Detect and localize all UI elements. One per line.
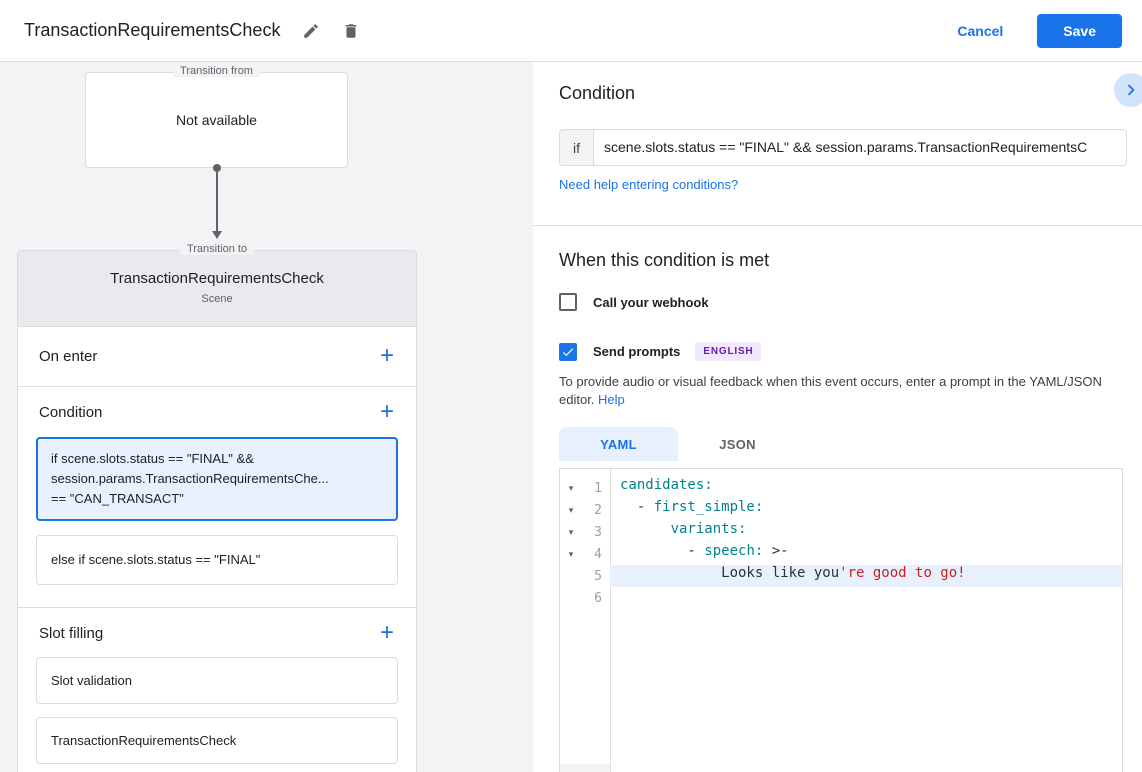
scene-card: Transition to TransactionRequirementsChe… [17,250,417,772]
arrowhead-icon [212,231,222,239]
condition-line: == "CAN_TRANSACT" [51,489,383,509]
transition-from-box[interactable]: Transition from Not available [85,72,348,168]
editor-tabs: YAML JSON [559,427,797,461]
condition-line: session.params.TransactionRequirementsCh… [51,469,383,489]
condition-item[interactable]: else if scene.slots.status == "FINAL" [36,535,398,585]
condition-input-group: if scene.slots.status == "FINAL" && sess… [559,129,1127,166]
collapse-panel-button[interactable] [1114,73,1142,107]
condition-line: else if scene.slots.status == "FINAL" [51,550,383,570]
scene-title: TransactionRequirementsCheck [18,270,416,287]
line-number: 6 [582,591,610,606]
if-label: if [560,130,594,165]
prompt-description-text: To provide audio or visual feedback when… [559,374,1102,407]
connector-dot [213,164,221,172]
diagram-panel: Transition from Not available Transition… [0,62,533,772]
webhook-checkbox[interactable] [559,293,577,311]
condition-item-selected[interactable]: if scene.slots.status == "FINAL" && sess… [36,437,398,521]
editor-line[interactable]: 6 [560,587,1122,609]
add-slot-button[interactable]: + [376,622,398,644]
condition-section: Condition + if scene.slots.status == "FI… [18,387,416,608]
tab-json[interactable]: JSON [678,427,797,461]
editor-line[interactable]: ▾1candidates: [560,477,1122,499]
detail-panel: Condition if scene.slots.status == "FINA… [533,62,1142,772]
fold-arrow-icon[interactable]: ▾ [560,527,582,538]
code-editor-lines: ▾1candidates:▾2 - first_simple:▾3 varian… [560,469,1122,609]
topbar-actions: Cancel Save [957,14,1122,48]
when-met-heading: When this condition is met [559,250,769,271]
condition-section-label: Condition [36,404,102,421]
line-number: 5 [582,569,610,584]
conditions-help-link[interactable]: Need help entering conditions? [559,177,738,192]
fold-arrow-icon[interactable]: ▾ [560,505,582,516]
scene-card-header: TransactionRequirementsCheck Scene [18,251,416,327]
add-on-enter-button[interactable]: + [376,345,398,367]
add-condition-button[interactable]: + [376,401,398,423]
pencil-icon [302,22,320,40]
editor-line[interactable]: ▾4 - speech: >- [560,543,1122,565]
page-title: TransactionRequirementsCheck [24,20,280,41]
send-prompts-checkbox-row[interactable]: Send prompts ENGLISH [559,342,761,361]
code-line: variants: [610,521,1122,543]
fold-arrow-icon[interactable]: ▾ [560,483,582,494]
connector-line [216,172,218,231]
slot-filling-label: Slot filling [36,625,103,642]
topbar-title-group: TransactionRequirementsCheck [24,18,364,44]
transition-to-label: Transition to [180,243,254,255]
editor-line[interactable]: ▾3 variants: [560,521,1122,543]
slot-item[interactable]: TransactionRequirementsCheck [36,717,398,764]
slot-filling-section: Slot filling + Slot validation Transacti… [18,608,416,772]
code-line: candidates: [610,477,1122,499]
condition-line: if scene.slots.status == "FINAL" && [51,449,383,469]
send-prompts-checkbox[interactable] [559,343,577,361]
trash-icon [342,22,360,40]
chevron-right-icon [1120,79,1142,101]
save-button[interactable]: Save [1037,14,1122,48]
language-badge: ENGLISH [695,342,761,361]
send-prompts-label: Send prompts [593,344,680,359]
editor-line[interactable]: ▾2 - first_simple: [560,499,1122,521]
prompt-description: To provide audio or visual feedback when… [559,373,1124,409]
code-line: - first_simple: [610,499,1122,521]
line-number: 1 [582,481,610,496]
line-number: 2 [582,503,610,518]
help-link[interactable]: Help [598,392,625,407]
transition-from-value: Not available [176,112,257,128]
code-line: - speech: >- [610,543,1122,565]
check-icon [561,345,575,359]
scene-subtitle: Scene [18,293,416,305]
webhook-checkbox-row[interactable]: Call your webhook [559,293,709,311]
topbar: TransactionRequirementsCheck Cancel Save [0,0,1142,62]
tab-yaml[interactable]: YAML [559,427,678,461]
transition-from-label: Transition from [173,65,260,77]
condition-expression-input[interactable]: scene.slots.status == "FINAL" && session… [594,130,1126,165]
transition-arrow [212,164,222,239]
section-divider [533,225,1142,226]
line-number: 3 [582,525,610,540]
on-enter-label: On enter [36,348,97,365]
on-enter-section: On enter + [18,327,416,387]
condition-heading: Condition [559,83,635,104]
fold-arrow-icon[interactable]: ▾ [560,549,582,560]
edit-title-button[interactable] [298,18,324,44]
code-line: Looks like you're good to go! [610,565,1122,587]
editor-line[interactable]: 5 Looks like you're good to go! [560,565,1122,587]
webhook-label: Call your webhook [593,295,709,310]
cancel-button[interactable]: Cancel [957,23,1003,39]
code-editor[interactable]: ▾1candidates:▾2 - first_simple:▾3 varian… [559,468,1123,772]
line-number: 4 [582,547,610,562]
code-line [610,587,1122,609]
editor-scrollbar-corner[interactable] [560,764,610,772]
slot-item[interactable]: Slot validation [36,657,398,704]
delete-scene-button[interactable] [338,18,364,44]
